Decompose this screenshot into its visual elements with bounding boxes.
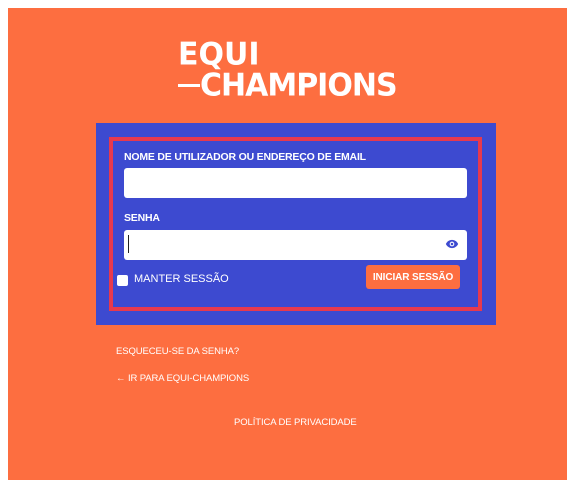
login-button[interactable]: INICIAR SESSÃO: [366, 265, 460, 289]
text-caret: [128, 235, 129, 253]
username-label: NOME DE UTILIZADOR OU ENDEREÇO DE EMAIL: [124, 151, 366, 163]
back-to-site-link[interactable]: ← IR PARA EQUI-CHAMPIONS: [116, 373, 249, 384]
logo-line-2: CHAMPIONS: [200, 67, 398, 104]
password-field[interactable]: [124, 230, 467, 260]
lost-password-link[interactable]: ESQUECEU-SE DA SENHA?: [116, 346, 239, 357]
logo-line-1: EQUI: [178, 36, 260, 73]
remember-checkbox[interactable]: [117, 275, 128, 286]
privacy-policy-link[interactable]: POLÍTICA DE PRIVACIDADE: [234, 417, 357, 428]
logo-dash: [178, 84, 200, 87]
eye-icon[interactable]: [445, 237, 459, 251]
username-input[interactable]: [124, 168, 467, 198]
username-field[interactable]: [124, 168, 467, 198]
password-label: SENHA: [124, 212, 160, 224]
remember-label[interactable]: MANTER SESSÃO: [134, 273, 229, 285]
equi-champions-logo[interactable]: EQUI CHAMPIONS: [173, 36, 433, 112]
